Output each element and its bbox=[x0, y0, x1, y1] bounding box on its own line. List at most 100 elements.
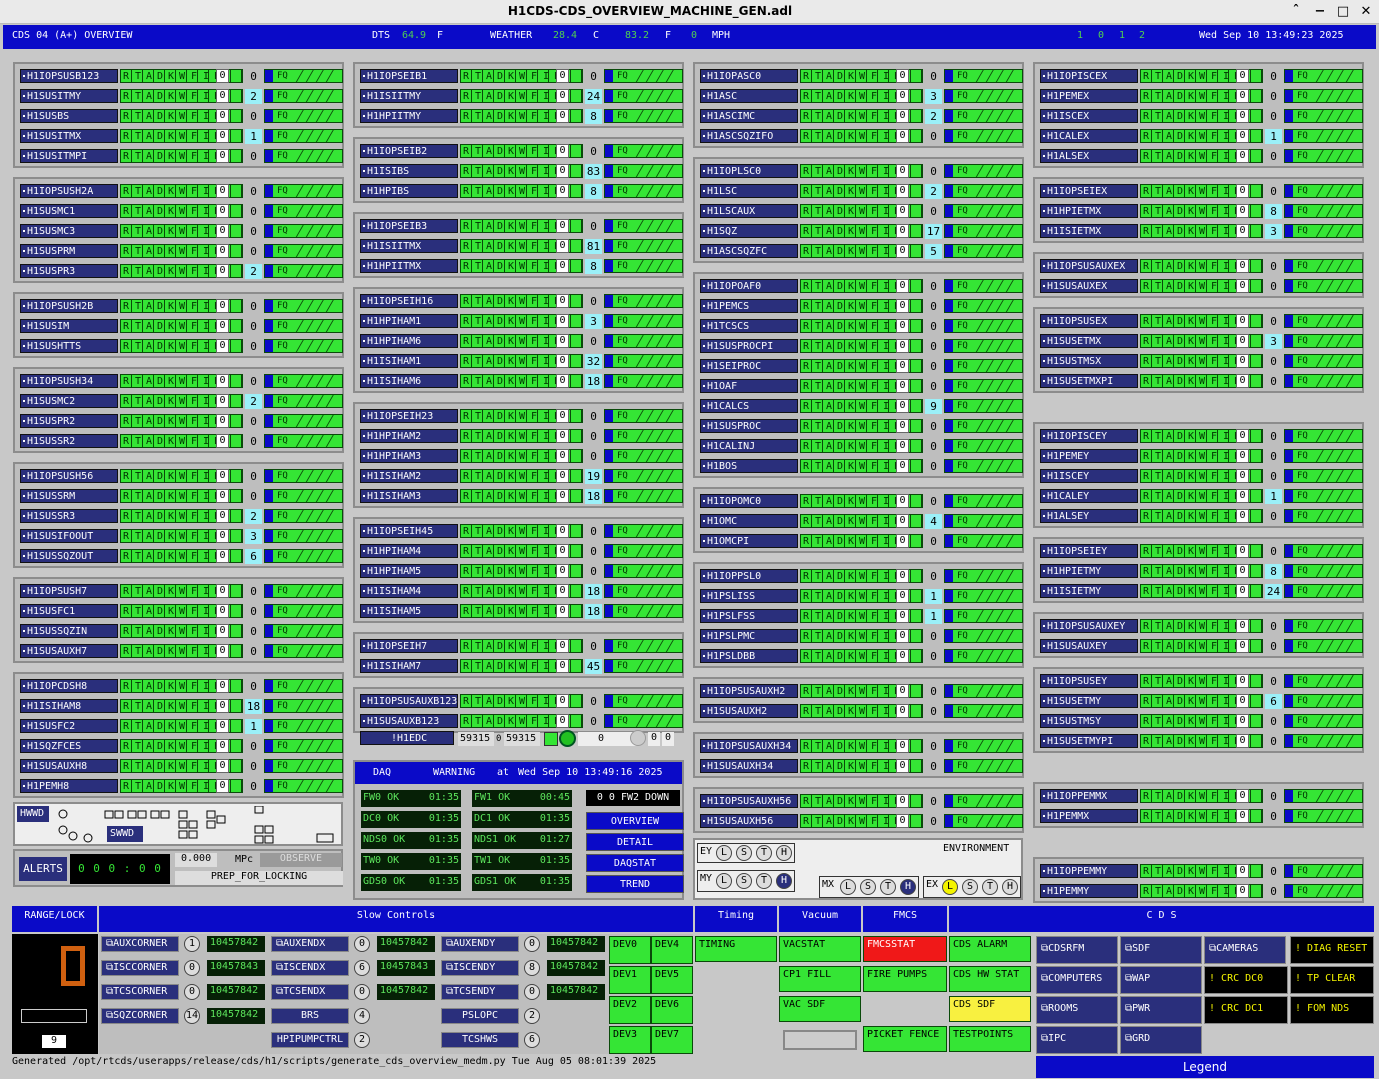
model-name-button[interactable]: H1ISIHAM5 bbox=[360, 604, 458, 618]
model-name-button[interactable]: H1ISIHAM4 bbox=[360, 584, 458, 598]
slow-control-extra-button[interactable]: PSLOPC bbox=[441, 1008, 519, 1024]
fq-status[interactable]: FQ bbox=[264, 739, 343, 753]
cds-nav-button[interactable]: ⧉SDF bbox=[1120, 936, 1202, 964]
fq-status[interactable]: FQ bbox=[604, 429, 683, 443]
slow-control-button[interactable]: ⧉SQZCORNER bbox=[101, 1008, 179, 1024]
model-name-button[interactable]: H1SUSIM bbox=[20, 319, 118, 333]
cds-command-button[interactable]: ! CRC DC0 bbox=[1204, 966, 1288, 994]
model-name-button[interactable]: H1SUSIFOOUT bbox=[20, 529, 118, 543]
fq-status[interactable]: FQ bbox=[944, 419, 1023, 433]
model-name-button[interactable]: H1ISIITMY bbox=[360, 89, 458, 103]
fq-status[interactable]: FQ bbox=[264, 244, 343, 258]
dev-status[interactable]: DEV0 bbox=[609, 936, 651, 964]
fq-status[interactable]: FQ bbox=[1284, 109, 1363, 123]
fq-status[interactable]: FQ bbox=[944, 739, 1023, 753]
model-name-button[interactable]: H1IOPSUSB123 bbox=[20, 69, 118, 83]
fq-status[interactable]: FQ bbox=[264, 374, 343, 388]
model-name-button[interactable]: H1SUSSQZIN bbox=[20, 624, 118, 638]
fq-status[interactable]: FQ bbox=[944, 319, 1023, 333]
model-name-button[interactable]: H1SEIPROC bbox=[700, 359, 798, 373]
model-name-button[interactable]: H1HPIHAM5 bbox=[360, 564, 458, 578]
model-name-button[interactable]: H1SUSAUXH56 bbox=[700, 814, 798, 828]
fq-status[interactable]: FQ bbox=[264, 469, 343, 483]
fq-status[interactable]: FQ bbox=[604, 564, 683, 578]
model-name-button[interactable]: H1IOPSUSH56 bbox=[20, 469, 118, 483]
model-name-button[interactable]: H1SUSPROC bbox=[700, 419, 798, 433]
model-name-button[interactable]: H1OAF bbox=[700, 379, 798, 393]
fq-status[interactable]: FQ bbox=[604, 144, 683, 158]
fq-status[interactable]: FQ bbox=[1284, 674, 1363, 688]
fq-status[interactable]: FQ bbox=[944, 609, 1023, 623]
fq-status[interactable]: FQ bbox=[944, 399, 1023, 413]
model-name-button[interactable]: H1CALINJ bbox=[700, 439, 798, 453]
model-name-button[interactable]: H1PEMCS bbox=[700, 299, 798, 313]
fq-status[interactable]: FQ bbox=[264, 489, 343, 503]
fq-status[interactable]: FQ bbox=[944, 244, 1023, 258]
cds-nav-button[interactable]: ⧉PWR bbox=[1120, 996, 1202, 1024]
model-name-button[interactable]: H1SQZ bbox=[700, 224, 798, 238]
model-name-button[interactable]: H1SUSSRM bbox=[20, 489, 118, 503]
slow-control-button[interactable]: ⧉TCSCORNER bbox=[101, 984, 179, 1000]
fq-status[interactable]: FQ bbox=[264, 69, 343, 83]
model-name-button[interactable]: H1HPIHAM4 bbox=[360, 544, 458, 558]
fq-status[interactable]: FQ bbox=[1284, 184, 1363, 198]
model-name-button[interactable]: H1SUSPR3 bbox=[20, 264, 118, 278]
model-name-button[interactable]: H1BOS bbox=[700, 459, 798, 473]
model-name-button[interactable]: H1SUSBS bbox=[20, 109, 118, 123]
fq-status[interactable]: FQ bbox=[604, 489, 683, 503]
model-name-button[interactable]: H1IOPCDSH8 bbox=[20, 679, 118, 693]
model-name-button[interactable]: H1SUSETMX bbox=[1040, 334, 1138, 348]
model-name-button[interactable]: H1IOPSUSAUXH2 bbox=[700, 684, 798, 698]
fq-status[interactable]: FQ bbox=[264, 109, 343, 123]
model-name-button[interactable]: H1IOPPEMMY bbox=[1040, 864, 1138, 878]
model-name-button[interactable]: H1IOPSUSAUXB123 bbox=[360, 694, 458, 708]
fq-status[interactable]: FQ bbox=[604, 694, 683, 708]
model-name-button[interactable]: H1CALEX bbox=[1040, 129, 1138, 143]
model-name-button[interactable]: H1SUSHTTS bbox=[20, 339, 118, 353]
fq-status[interactable]: FQ bbox=[944, 759, 1023, 773]
fq-status[interactable]: FQ bbox=[944, 89, 1023, 103]
cds-nav-button[interactable]: ⧉ROOMS bbox=[1036, 996, 1118, 1024]
model-name-button[interactable]: H1SUSAUXB123 bbox=[360, 714, 458, 728]
fq-status[interactable]: FQ bbox=[264, 89, 343, 103]
model-name-button[interactable]: H1IOPSUSAUXEX bbox=[1040, 259, 1138, 273]
fq-status[interactable]: FQ bbox=[944, 184, 1023, 198]
fq-status[interactable]: FQ bbox=[1284, 449, 1363, 463]
fq-status[interactable]: FQ bbox=[944, 534, 1023, 548]
env-my[interactable]: MY LSTH bbox=[697, 870, 795, 892]
model-name-button[interactable]: H1SUSPRM bbox=[20, 244, 118, 258]
fq-status[interactable]: FQ bbox=[264, 759, 343, 773]
fq-status[interactable]: FQ bbox=[944, 69, 1023, 83]
model-name-button[interactable]: H1SUSMC3 bbox=[20, 224, 118, 238]
dev-status[interactable]: DEV4 bbox=[651, 936, 693, 964]
model-name-button[interactable]: H1ISIHAM7 bbox=[360, 659, 458, 673]
fq-status[interactable]: FQ bbox=[1284, 619, 1363, 633]
fq-status[interactable]: FQ bbox=[1284, 314, 1363, 328]
fq-status[interactable]: FQ bbox=[944, 514, 1023, 528]
close-button[interactable]: ✕ bbox=[1357, 3, 1375, 21]
cds-command-button[interactable]: ! CRC DC1 bbox=[1204, 996, 1288, 1024]
model-name-button[interactable]: H1ISIHAM6 bbox=[360, 374, 458, 388]
fq-status[interactable]: FQ bbox=[1284, 489, 1363, 503]
fq-status[interactable]: FQ bbox=[1284, 544, 1363, 558]
slider-handle-icon[interactable] bbox=[630, 730, 646, 746]
fq-status[interactable]: FQ bbox=[604, 354, 683, 368]
model-name-button[interactable]: H1ASCSQZFC bbox=[700, 244, 798, 258]
model-name-button[interactable]: H1IOPISCEY bbox=[1040, 429, 1138, 443]
cds-hw-stat-status[interactable]: CDS HW STAT bbox=[949, 966, 1031, 992]
fq-status[interactable]: FQ bbox=[264, 264, 343, 278]
fq-status[interactable]: FQ bbox=[604, 314, 683, 328]
model-name-button[interactable]: H1ISIHAM8 bbox=[20, 699, 118, 713]
fq-status[interactable]: FQ bbox=[604, 109, 683, 123]
cds-nav-button[interactable]: ⧉WAP bbox=[1120, 966, 1202, 994]
cds-nav-button[interactable]: ⧉COMPUTERS bbox=[1036, 966, 1118, 994]
model-name-button[interactable]: H1SUSAUXEX bbox=[1040, 279, 1138, 293]
model-name-button[interactable]: H1PEMEX bbox=[1040, 89, 1138, 103]
fq-status[interactable]: FQ bbox=[604, 219, 683, 233]
model-name-button[interactable]: H1SUSAUXEY bbox=[1040, 639, 1138, 653]
fq-status[interactable]: FQ bbox=[944, 459, 1023, 473]
fq-status[interactable]: FQ bbox=[1284, 224, 1363, 238]
model-name-button[interactable]: H1TCSCS bbox=[700, 319, 798, 333]
model-name-button[interactable]: H1SQZFCES bbox=[20, 739, 118, 753]
fq-status[interactable]: FQ bbox=[264, 149, 343, 163]
